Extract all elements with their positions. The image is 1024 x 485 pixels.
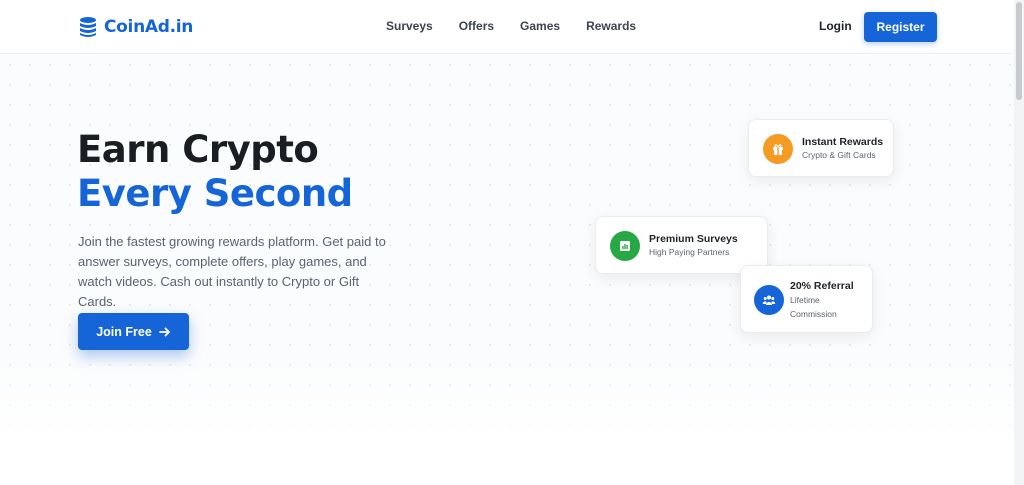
card-title: 20% Referral xyxy=(790,280,854,292)
scrollbar-thumb[interactable] xyxy=(1016,2,1022,100)
hero-section: Earn Crypto Every Second Join the fastes… xyxy=(0,55,1014,485)
chart-icon xyxy=(610,231,640,261)
brand-name: CoinAd.in xyxy=(104,17,194,37)
nav-link-games[interactable]: Games xyxy=(520,19,560,33)
nav-link-surveys[interactable]: Surveys xyxy=(386,19,433,33)
join-free-label: Join Free xyxy=(96,324,152,339)
nav-link-offers[interactable]: Offers xyxy=(459,19,494,33)
login-link[interactable]: Login xyxy=(819,19,852,33)
register-button[interactable]: Register xyxy=(864,12,937,42)
hero-headline-line2: Every Second xyxy=(77,172,353,215)
users-icon xyxy=(754,285,784,315)
feature-card-instant-rewards: Instant Rewards Crypto & Gift Cards xyxy=(748,119,894,177)
arrow-right-icon xyxy=(158,327,170,336)
join-free-button[interactable]: Join Free xyxy=(78,313,189,350)
nav-links: Surveys Offers Games Rewards xyxy=(386,19,636,33)
hero-headline-line1: Earn Crypto xyxy=(77,128,319,171)
card-subtitle: Crypto & Gift Cards xyxy=(802,150,876,160)
card-title: Premium Surveys xyxy=(649,233,738,245)
navbar: CoinAd.in Surveys Offers Games Rewards L… xyxy=(0,0,1014,54)
page-scrollbar[interactable] xyxy=(1014,0,1024,485)
card-subtitle: Lifetime Commission xyxy=(790,295,837,319)
gift-icon xyxy=(763,134,793,164)
coin-stack-icon xyxy=(80,17,96,37)
feature-card-premium-surveys: Premium Surveys High Paying Partners xyxy=(595,216,768,274)
card-subtitle: High Paying Partners xyxy=(649,247,730,257)
hero-fade xyxy=(0,355,1014,485)
nav-link-rewards[interactable]: Rewards xyxy=(586,19,636,33)
hero-description: Join the fastest growing rewards platfor… xyxy=(78,234,386,309)
brand-logo[interactable]: CoinAd.in xyxy=(78,15,193,39)
card-title: Instant Rewards xyxy=(802,136,884,148)
feature-card-referral: 20% Referral Lifetime Commission xyxy=(740,265,873,333)
